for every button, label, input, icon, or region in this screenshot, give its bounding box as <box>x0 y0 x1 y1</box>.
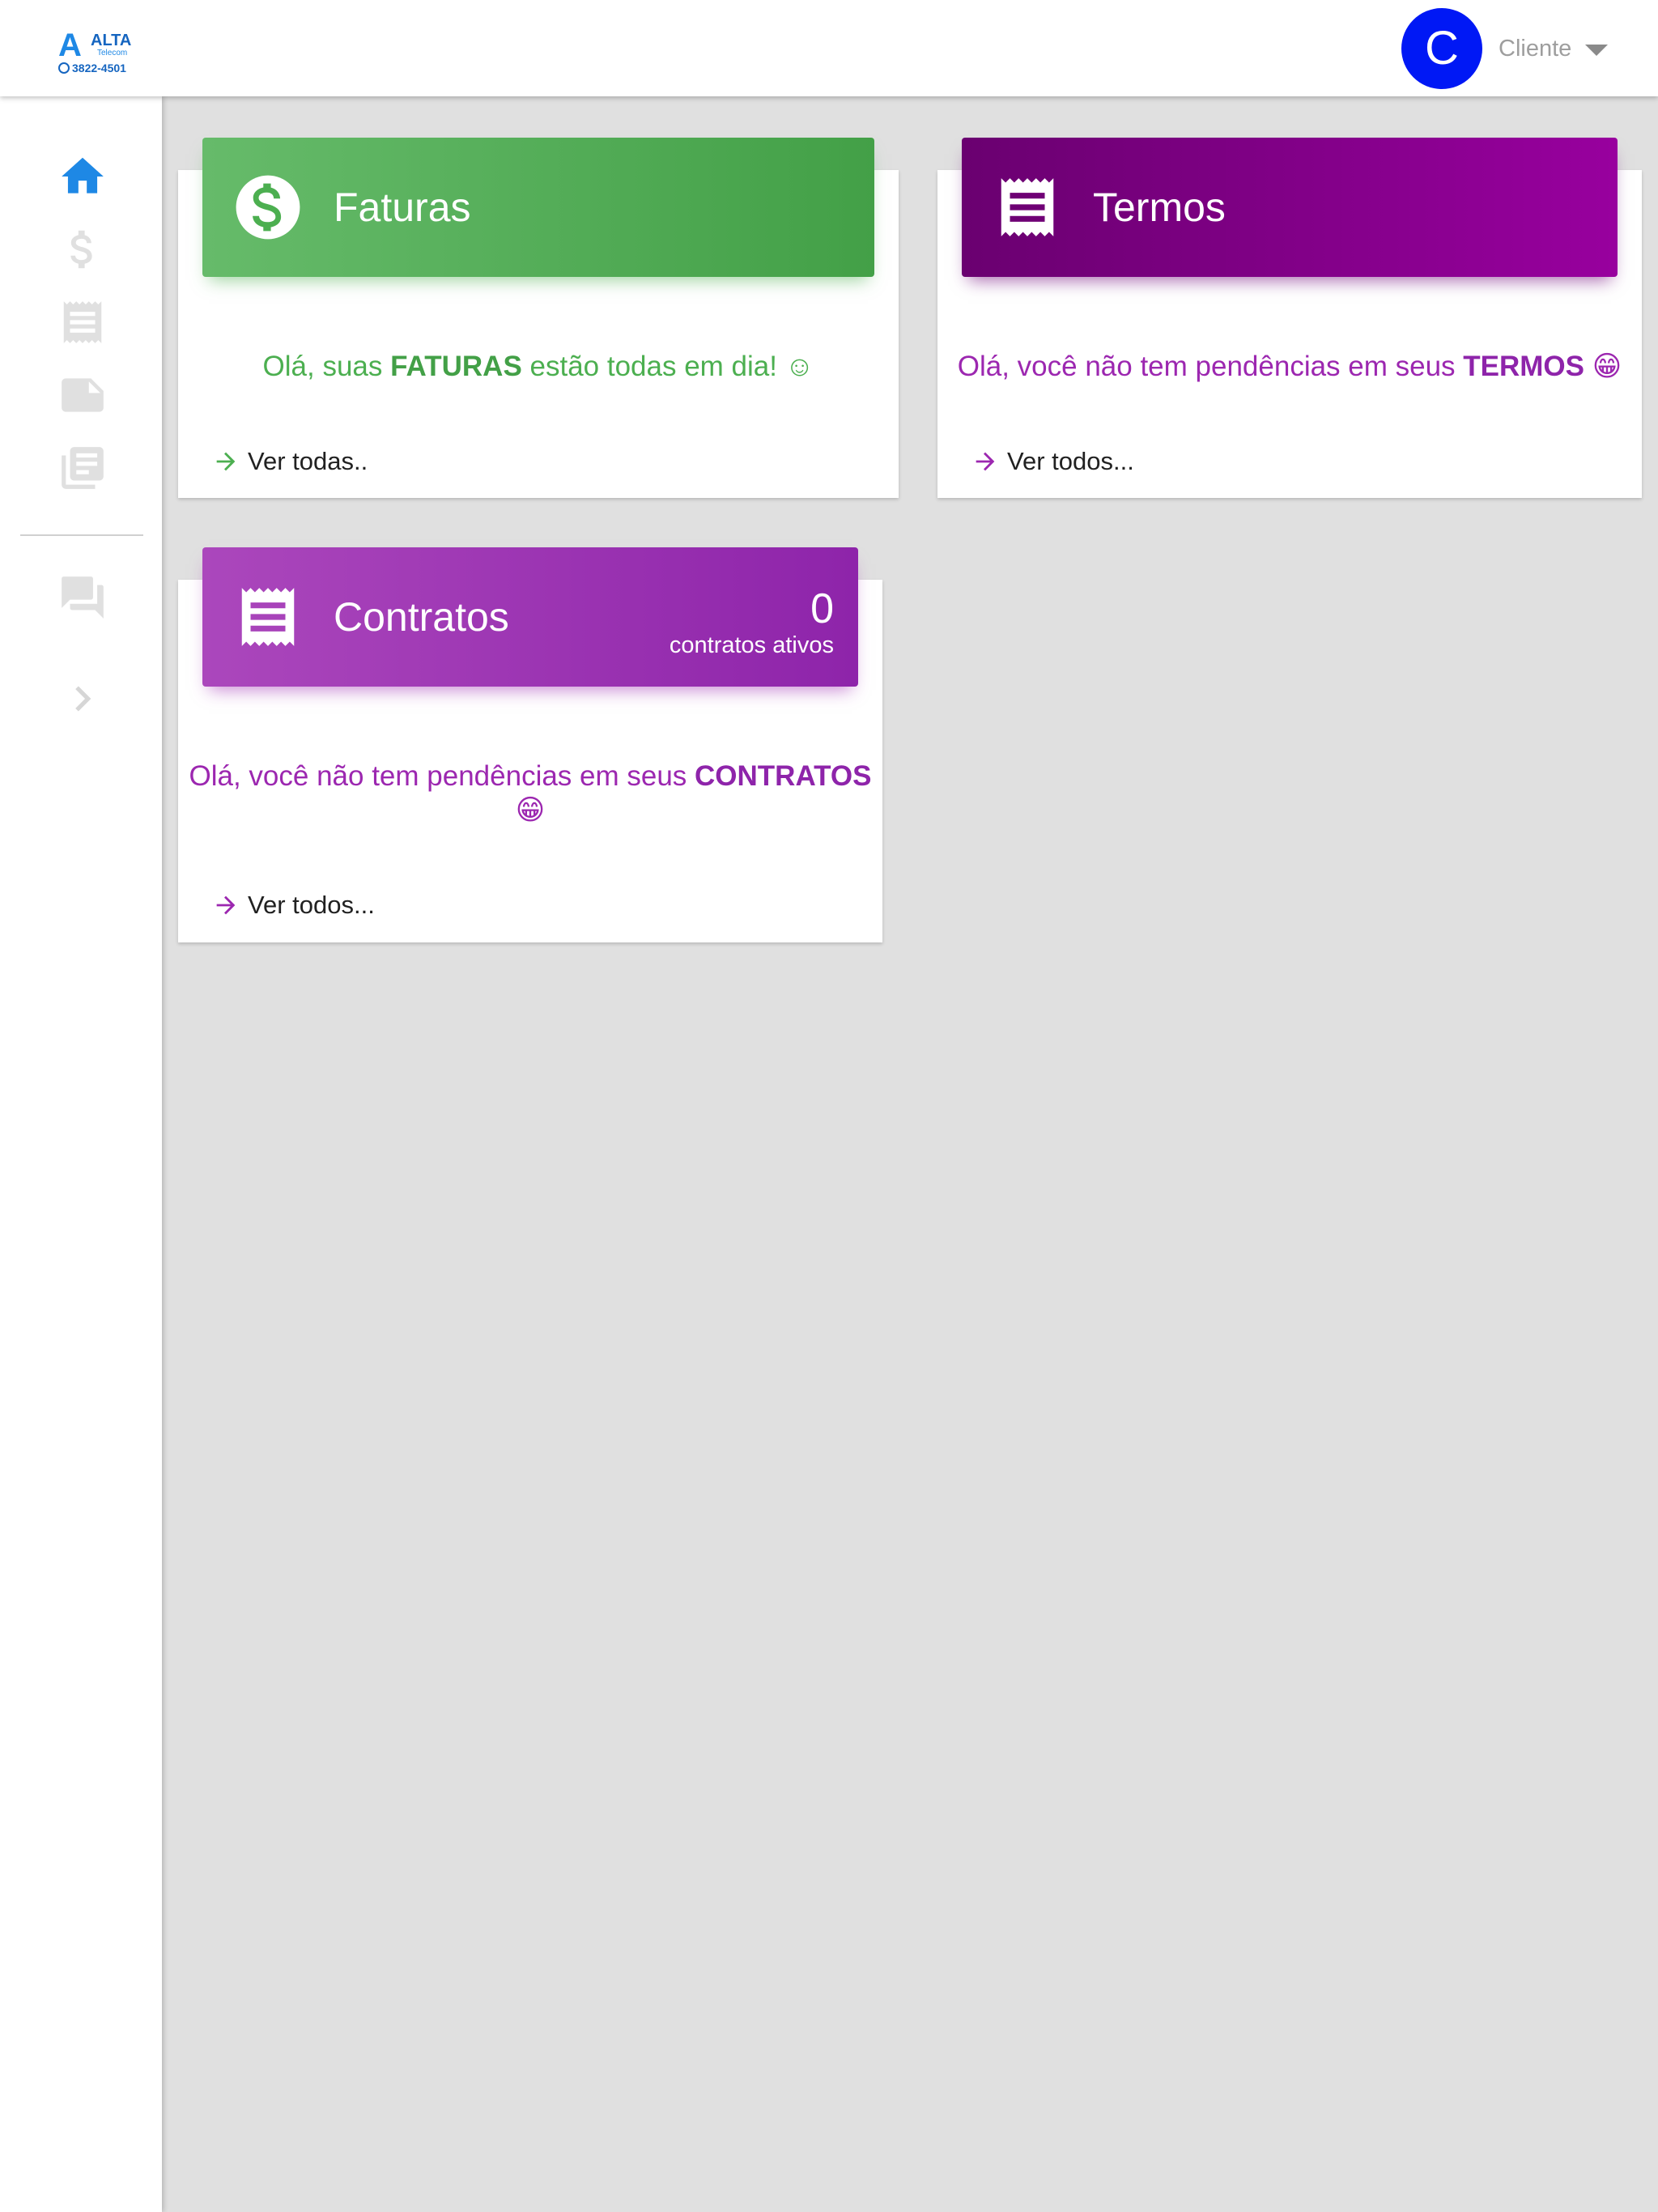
brand-phone: 3822-4501 <box>58 62 126 74</box>
receipt-icon <box>1001 178 1054 236</box>
sidebar-item-library[interactable] <box>50 440 115 496</box>
arrow-right-icon <box>976 452 995 471</box>
dollar-icon <box>70 230 92 269</box>
brand-name: ALTA <box>91 32 132 49</box>
faturas-message: Olá, suas FATURAS estão todas em dia! ☺ <box>262 351 814 382</box>
arrow-right-icon <box>216 895 236 915</box>
library-icon <box>62 447 104 489</box>
contratos-count-label: contratos ativos <box>669 632 834 658</box>
sidebar-expand-button[interactable] <box>50 670 115 727</box>
contratos-message: Olá, você não tem pendências em seus CON… <box>189 760 872 826</box>
faturas-card-header[interactable]: Faturas <box>202 138 874 277</box>
sidebar-nav <box>0 96 162 2212</box>
termos-view-all-link[interactable]: Ver todos... <box>971 445 1134 478</box>
sidebar-item-faturas[interactable] <box>50 221 115 278</box>
sidebar-item-termos[interactable] <box>50 294 115 351</box>
contratos-card-header[interactable]: Contratos 0 contratos ativos <box>202 547 858 687</box>
receipt-icon <box>241 588 295 646</box>
caret-down-icon[interactable] <box>1585 45 1608 56</box>
top-app-bar: A ALTA Telecom 3822-4501 C Cliente <box>0 0 1658 96</box>
brand-logo[interactable]: A ALTA Telecom 3822-4501 <box>55 28 144 76</box>
home-icon <box>62 157 104 194</box>
whatsapp-icon <box>58 62 70 74</box>
sidebar-divider <box>20 534 143 536</box>
termos-card-header[interactable]: Termos <box>962 138 1618 277</box>
faturas-title: Faturas <box>334 185 471 230</box>
sidebar-item-home[interactable] <box>50 148 115 205</box>
faturas-view-all-link[interactable]: Ver todas.. <box>212 445 368 478</box>
arrow-right-icon <box>216 452 236 471</box>
contratos-count: 0 <box>810 585 834 632</box>
sidebar-item-chat[interactable] <box>50 569 115 626</box>
note-icon <box>62 378 104 412</box>
termos-title: Termos <box>1093 185 1226 230</box>
termos-message: Olá, você não tem pendências em seus TER… <box>957 351 1622 382</box>
chevron-right-icon <box>75 686 91 712</box>
contratos-view-all-link[interactable]: Ver todos... <box>212 889 375 921</box>
sidebar-item-notes[interactable] <box>50 367 115 423</box>
brand-logo-mark: A <box>58 28 82 63</box>
user-menu-label[interactable]: Cliente <box>1499 32 1571 65</box>
dollar-circle-icon <box>236 175 300 240</box>
chat-icon <box>62 576 104 619</box>
receipt-icon <box>63 301 102 343</box>
brand-sub: Telecom <box>97 49 128 57</box>
avatar[interactable]: C <box>1401 8 1482 89</box>
contratos-title: Contratos <box>334 594 509 640</box>
